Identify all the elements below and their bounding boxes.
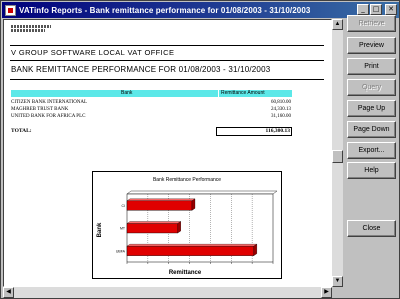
column-separator	[218, 90, 219, 97]
scroll-down-icon[interactable]: ▼	[332, 276, 343, 287]
remittance-amount: 31,160.00	[271, 114, 291, 119]
chart-y-label: Bank	[97, 222, 103, 237]
report-header-meta-line	[11, 25, 51, 28]
chart-bar-top	[126, 198, 196, 201]
horizontal-scrollbar[interactable]: ◀ ▶	[3, 287, 332, 298]
y-tick-label: MT	[120, 227, 126, 231]
chart-bar	[126, 245, 255, 256]
close-window-button[interactable]: ✕	[385, 4, 397, 15]
column-header-amount: Remittance Amount	[221, 90, 265, 96]
remittance-chart: Bank Remittance Performance CI MT UBFA Rem…	[92, 171, 282, 279]
query-button[interactable]: Query	[347, 79, 396, 96]
column-header-bank: Bank	[121, 90, 133, 96]
table-row: MAGHREB TRUST BANK 24,330.13	[11, 106, 292, 113]
close-button[interactable]: Close	[347, 220, 396, 237]
maximize-button[interactable]: □	[370, 4, 382, 15]
divider	[10, 79, 324, 80]
divider	[10, 45, 324, 46]
app-icon	[5, 4, 16, 16]
total-value: 116,300.13	[216, 127, 292, 136]
remittance-amount: 24,330.13	[271, 107, 291, 112]
action-panel: Retrieve Preview Print Query Page Up Pag…	[343, 15, 400, 299]
office-name: V GROUP SOFTWARE LOCAL VAT OFFICE	[11, 48, 175, 57]
bank-name: MAGHREB TRUST BANK	[11, 107, 69, 112]
report-header-meta-line	[11, 29, 45, 32]
chart-bar-top	[126, 243, 258, 247]
minimize-button[interactable]: _	[357, 4, 369, 15]
report-title: BANK REMITTANCE PERFORMANCE FOR 01/08/20…	[11, 65, 271, 74]
window-title: VATinfo Reports - Bank remittance perfor…	[19, 5, 311, 15]
preview-button[interactable]: Preview	[347, 37, 396, 54]
title-bar[interactable]: VATinfo Reports - Bank remittance perfor…	[2, 2, 399, 18]
y-tick-label: CI	[122, 204, 126, 208]
page-up-button[interactable]: Page Up	[347, 100, 396, 117]
divider	[10, 60, 324, 61]
scroll-left-icon[interactable]: ◀	[3, 287, 14, 298]
app-window: VATinfo Reports - Bank remittance perfor…	[0, 0, 400, 299]
remittance-amount: 60,810.00	[271, 100, 291, 105]
chart-back-wall	[126, 190, 278, 195]
export-button[interactable]: Export...	[347, 142, 396, 159]
chart-title: Bank Remittance Performance	[153, 177, 221, 183]
scroll-up-icon[interactable]: ▲	[332, 19, 343, 30]
help-button[interactable]: Help	[347, 162, 396, 179]
chart-bar-top	[126, 221, 182, 224]
chart-bar-side	[191, 198, 196, 211]
retrieve-button[interactable]: Retrieve	[347, 15, 396, 32]
report-preview[interactable]: V GROUP SOFTWARE LOCAL VAT OFFICE BANK R…	[3, 19, 332, 287]
chart-bar	[126, 200, 193, 211]
y-tick-label: UBFA	[116, 249, 126, 253]
total-label: TOTAL:	[11, 128, 32, 134]
vertical-scrollbar[interactable]: ▲ ▼	[332, 19, 343, 287]
bank-name: CITIZEN BANK INTERNATIONAL	[11, 100, 88, 105]
report-page: V GROUP SOFTWARE LOCAL VAT OFFICE BANK R…	[4, 20, 331, 286]
table-header: Bank Remittance Amount	[11, 90, 292, 97]
scroll-thumb[interactable]	[332, 150, 343, 163]
chart-bar	[126, 223, 178, 234]
chart-bar-side	[253, 243, 257, 256]
table-row: UNITED BANK FOR AFRICA PLC 31,160.00	[11, 113, 292, 120]
page-down-button[interactable]: Page Down	[347, 121, 396, 138]
chart-x-label: Remittance	[169, 270, 202, 276]
bank-name: UNITED BANK FOR AFRICA PLC	[11, 114, 86, 119]
chart-canvas: Bank Remittance Performance CI MT UBFA Rem…	[97, 177, 278, 276]
scroll-right-icon[interactable]: ▶	[321, 287, 332, 298]
print-button[interactable]: Print	[347, 58, 396, 75]
table-row: CITIZEN BANK INTERNATIONAL 60,810.00	[11, 99, 292, 106]
chart-bar-side	[177, 221, 181, 234]
